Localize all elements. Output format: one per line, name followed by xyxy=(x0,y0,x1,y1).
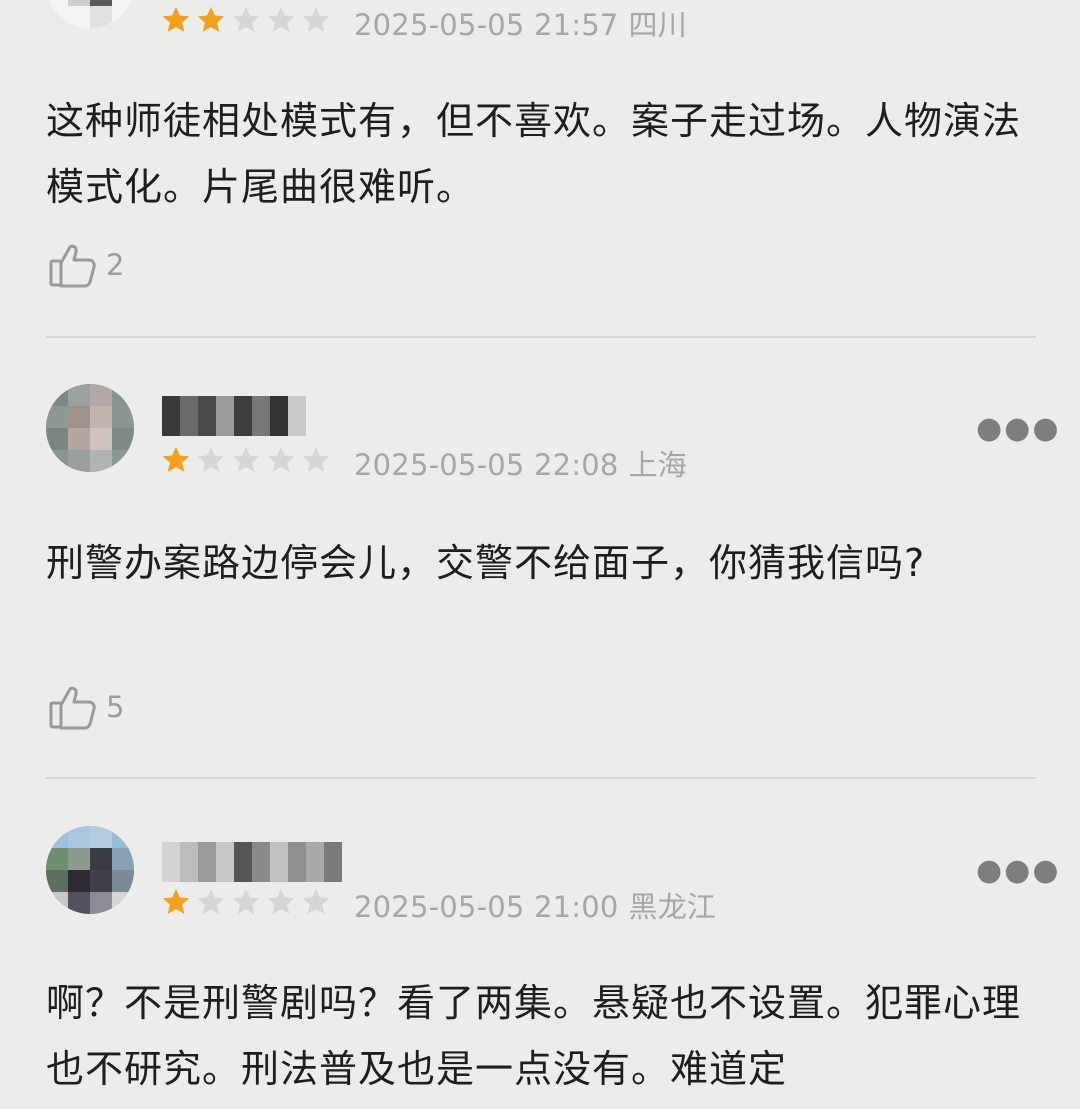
like-count: 2 xyxy=(106,248,125,282)
more-dots-icon[interactable]: ●●● xyxy=(976,414,1061,444)
star-empty-icon xyxy=(300,4,332,36)
divider xyxy=(46,336,1036,338)
star-rating xyxy=(160,886,332,920)
thumbs-up-icon xyxy=(49,686,96,730)
review-region: 四川 xyxy=(628,8,687,42)
star-empty-icon xyxy=(230,886,262,918)
star-empty-icon xyxy=(195,886,227,918)
star-filled-icon xyxy=(160,444,192,476)
avatar[interactable] xyxy=(46,826,134,914)
review-meta: 2025-05-05 22:08 上海 xyxy=(354,442,687,484)
avatar[interactable] xyxy=(46,384,134,472)
review-region: 上海 xyxy=(628,448,687,482)
star-filled-icon xyxy=(160,4,192,36)
username-redacted[interactable] xyxy=(162,842,342,882)
like-button[interactable]: 2 xyxy=(46,240,124,290)
username-redacted[interactable] xyxy=(162,396,312,436)
review-content: 啊？不是刑警剧吗？看了两集。悬疑也不设置。犯罪心理也不研究。刑法普及也是一点没有… xyxy=(46,981,1022,1091)
like-button[interactable]: 5 xyxy=(46,682,124,732)
review-content: 这种师徒相处模式有，但不喜欢。案子走过场。人物演法模式化。片尾曲很难听。 xyxy=(46,99,1022,209)
like-count: 5 xyxy=(106,690,125,724)
review-region: 黑龙江 xyxy=(628,890,717,924)
review-date: 2025-05-05 21:00 xyxy=(354,890,619,924)
more-dots-icon[interactable]: ●●● xyxy=(976,856,1061,886)
star-rating xyxy=(160,444,332,478)
star-rating xyxy=(160,4,332,38)
star-filled-icon xyxy=(160,886,192,918)
review-meta: 2025-05-05 21:00 黑龙江 xyxy=(354,884,716,926)
star-empty-icon xyxy=(300,886,332,918)
star-filled-icon xyxy=(195,4,227,36)
star-empty-icon xyxy=(265,444,297,476)
star-empty-icon xyxy=(230,4,262,36)
star-empty-icon xyxy=(195,444,227,476)
review-date: 2025-05-05 21:57 xyxy=(354,8,619,42)
thumbs-up-icon xyxy=(49,244,96,288)
star-empty-icon xyxy=(300,444,332,476)
review-date: 2025-05-05 22:08 xyxy=(354,448,619,482)
star-empty-icon xyxy=(265,4,297,36)
review-content: 刑警办案路边停会儿，交警不给面子，你猜我信吗? xyxy=(46,541,926,585)
star-empty-icon xyxy=(230,444,262,476)
divider xyxy=(46,777,1036,779)
review-meta: 2025-05-05 21:57 四川 xyxy=(354,2,687,44)
star-empty-icon xyxy=(265,886,297,918)
avatar[interactable] xyxy=(46,0,134,28)
